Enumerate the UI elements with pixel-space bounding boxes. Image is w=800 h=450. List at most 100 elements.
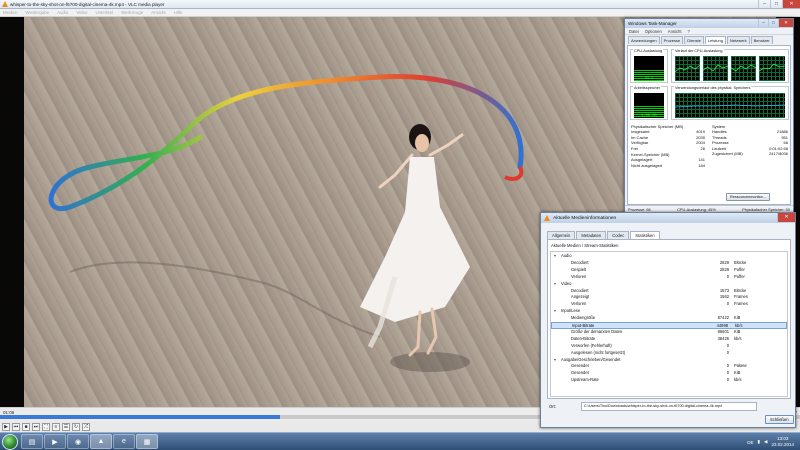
stats-row[interactable]: Input-Bitrate 44898 kb/s [551,322,787,329]
stats-row[interactable]: Verloren 0 Frames [551,301,787,308]
stat-label: Zugesichert (MB) [712,151,743,157]
vlc-taskbar-icon[interactable]: ▲ [90,434,112,449]
play-button[interactable]: ▶ [2,422,10,431]
maximize-button[interactable]: □ [770,0,782,8]
menu-help[interactable]: Hilfe [174,10,183,15]
stats-row[interactable]: Mediengröße 87422 KiB [551,315,787,322]
stats-row[interactable]: Ausgelesen (nicht fortgesetzt) 0 [551,350,787,357]
stats-section-header[interactable]: ▾ Audio [551,253,787,260]
tab-metadata[interactable]: Metadaten [576,231,607,239]
stats-row[interactable]: Verworfen (Fehlerhaft) 0 [551,343,787,350]
tm-minimize-button[interactable]: – [758,19,768,27]
stats-section-header[interactable]: ▾ Ausgabe/Geschrieben/Gesendet [551,357,787,364]
menu-playback[interactable]: Wiedergabe [25,10,49,15]
close-dialog-button[interactable]: Schließen [765,415,794,424]
stats-row[interactable]: Verloren 0 Puffer [551,274,787,281]
mi-close-icon[interactable]: ✕ [777,213,795,222]
stats-value: 0 [726,342,729,348]
stat-row: Frei 26 [631,146,705,151]
start-button[interactable] [2,433,18,450]
expand-arrow-icon[interactable]: ▾ [554,253,556,260]
menu-media[interactable]: Medien [3,10,17,15]
loop-button[interactable]: ↻ [72,422,80,431]
stats-unit: Puffer [734,273,745,279]
memory-meter-value: 1,96 GB [641,113,657,117]
chrome-taskbar-icon[interactable]: ◉ [67,434,89,449]
stats-row[interactable]: Gespielt 2829 Puffer [551,267,787,274]
stats-row[interactable]: Gesendet 0 KiB [551,370,787,377]
minimize-button[interactable]: – [758,0,770,8]
vlc-title-bar: whisper-to-the-sky-shot-on-f6700-digital… [0,0,800,9]
stats-value: 38426 [717,335,729,341]
tm-menu-file[interactable]: Datei [629,29,639,34]
ie-taskbar-icon[interactable]: e [113,434,135,449]
tab-performance[interactable]: Leistung [704,36,726,44]
tm-menu-help[interactable]: ? [688,29,690,34]
memory-stats: Physikalischer Speicher (MB) Insgesamt 40… [631,124,705,168]
stats-unit: Blöcke [734,287,747,293]
task-manager-taskbar-icon[interactable]: ▦ [136,434,158,449]
stats-label: Upstream-Rate [571,377,599,383]
previous-button[interactable]: ⏮ [12,422,20,431]
random-button[interactable]: ⤮ [82,422,90,431]
stats-label: Größe der demarxten Daten [571,328,623,334]
media-player-taskbar-icon[interactable]: ▶ [44,434,66,449]
media-info-tabs: Allgemein Metadaten Codec Statistiken [547,231,660,239]
tab-network[interactable]: Netzwerk [726,36,750,44]
stats-label: Verloren [571,273,587,279]
expand-arrow-icon[interactable]: ▾ [554,308,556,315]
stats-section-header[interactable]: ▾ Video [551,281,787,288]
expand-arrow-icon[interactable]: ▾ [554,281,556,288]
memory-history-label: Verwendungsverlauf des physikal. Speiche… [674,86,752,90]
next-button[interactable]: ⏭ [32,422,40,431]
close-button[interactable]: ✕ [782,0,800,8]
stats-row[interactable]: Decodiert 1573 Blöcke [551,288,787,295]
tab-statistics[interactable]: Statistiken [630,231,660,239]
stats-section-header[interactable]: ▾ Input/Lese [551,308,787,315]
stop-button[interactable]: ■ [22,422,30,431]
clock[interactable]: 13:03 23.02.2014 [771,436,794,448]
location-field[interactable]: C:\Users\Tino\Downloads\whisper-to-the-s… [581,402,757,411]
vlc-menu-bar: Medien Wiedergabe Audio Video Untertitel… [0,9,800,17]
stats-row[interactable]: Daten-Bitrate 38426 kb/s [551,336,787,343]
tm-menu-options[interactable]: Optionen [645,29,662,34]
tab-general[interactable]: Allgemein [547,231,576,239]
stats-label: Ausgelesen (nicht fortgesetzt) [571,349,626,355]
network-icon[interactable]: ▮ [758,439,760,445]
explorer-taskbar-icon[interactable]: ▤ [21,434,43,449]
resource-monitor-button[interactable]: Ressourcenmonitor... [726,193,770,201]
media-info-title-bar: Aktuelle Medieninformationen ✕ [541,213,795,223]
task-manager-window: Windows Task-Manager – □ ✕ Datei Optione… [624,18,794,214]
tab-applications[interactable]: Anwendungen [628,36,660,44]
menu-audio[interactable]: Audio [57,10,68,15]
tab-users[interactable]: Benutzer [750,36,773,44]
stats-row[interactable]: Angezeigt 1562 Frames [551,294,787,301]
stats-row[interactable]: Decodiert 2829 Blöcke [551,260,787,267]
tab-services[interactable]: Dienste [684,36,704,44]
language-indicator[interactable]: DE [747,440,753,445]
stats-row[interactable]: Gesendet 0 Pakete [551,363,787,370]
stats-label: Verworfen (Fehlerhaft) [571,342,612,348]
extended-settings-button[interactable]: ≡ [52,422,60,431]
tab-codec[interactable]: Codec [607,231,630,239]
expand-arrow-icon[interactable]: ▾ [554,357,556,364]
window-title: whisper-to-the-sky-shot-on-f6700-digital… [10,1,165,7]
stats-row[interactable]: Größe der demarxten Daten 86601 KiB [551,329,787,336]
statistics-tree[interactable]: ▾ Audio Decodiert 2829 Blöcke Gespielt 2829 Puf… [550,251,788,397]
menu-video[interactable]: Video [76,10,87,15]
tm-menu-view[interactable]: Ansicht [668,29,682,34]
memory-history-graph [674,93,786,118]
menu-view[interactable]: Ansicht [151,10,165,15]
tm-maximize-button[interactable]: □ [768,19,778,27]
volume-icon[interactable]: ◀ [764,439,767,445]
menu-subtitle[interactable]: Untertitel [95,10,113,15]
menu-tools[interactable]: Werkzeuge [121,10,143,15]
tab-processes[interactable]: Prozesse [660,36,684,44]
statistics-panel: Aktuelle Medien / Stream-Statistiken ▾ Au… [547,239,791,399]
stats-unit: Frames [734,294,748,300]
fullscreen-button[interactable]: ⛶ [42,422,50,431]
stats-row[interactable]: Upstream-Rate 0 kb/s [551,377,787,384]
playlist-button[interactable]: ☰ [62,422,70,431]
tm-close-button[interactable]: ✕ [778,19,793,27]
system-tray: DE ▮ ◀ 13:03 23.02.2014 [747,433,800,450]
